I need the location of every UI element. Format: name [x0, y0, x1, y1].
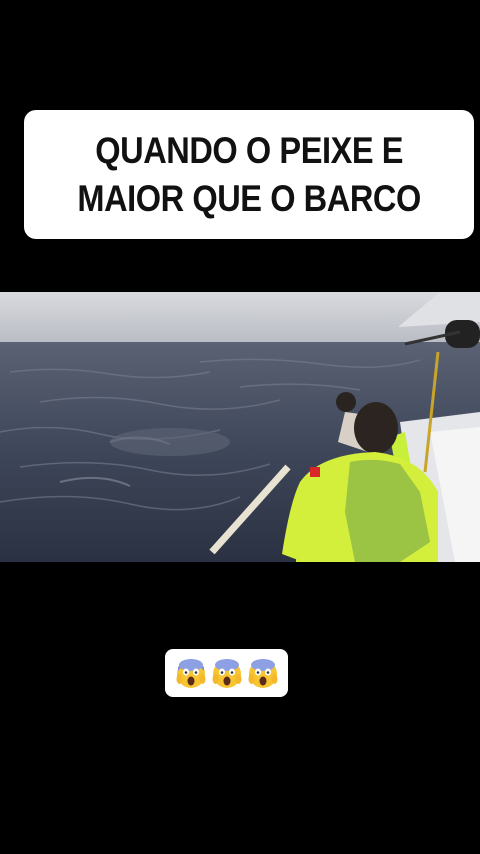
face-screaming-in-fear-icon [176, 659, 205, 688]
face-screaming-in-fear-icon [212, 659, 241, 688]
caption-text: QUANDO O PEIXE E MAIOR QUE O BARCO [77, 129, 421, 219]
face-screaming-in-fear-icon [248, 659, 277, 688]
video-frame[interactable] [0, 292, 480, 562]
reaction-emoji-box [165, 649, 288, 697]
caption-box: QUANDO O PEIXE E MAIOR QUE O BARCO [24, 110, 474, 239]
fishing-boat-scene [0, 292, 480, 562]
